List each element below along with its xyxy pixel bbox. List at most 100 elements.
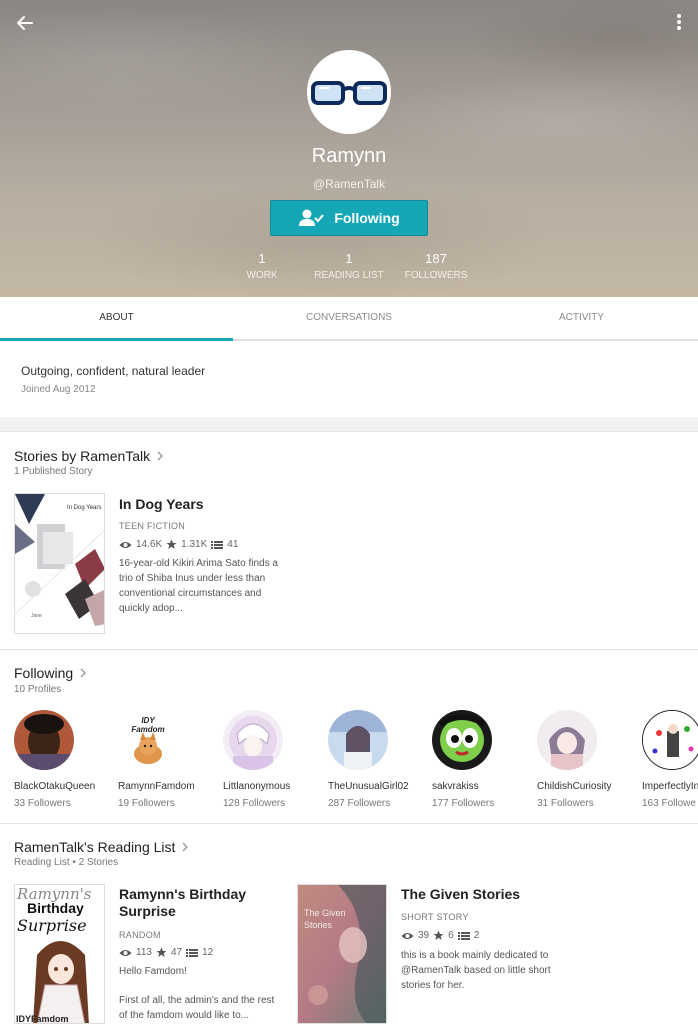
following-section-header[interactable]: Following xyxy=(14,665,87,681)
stories-section-subtitle: 1 Published Story xyxy=(14,466,93,477)
list-icon xyxy=(186,948,199,957)
story-title[interactable]: In Dog Years xyxy=(119,496,204,512)
cover-footer-text: IDYFamdom xyxy=(16,1014,69,1024)
following-profile[interactable]: IDY Famdom RamynnFamdom 19 Followers xyxy=(118,710,218,809)
avatar xyxy=(328,710,388,770)
section-separator xyxy=(0,417,698,432)
star-icon xyxy=(166,539,177,549)
in-dog-years-cover-art xyxy=(15,494,104,633)
avatar xyxy=(432,710,492,770)
story-category: RANDOM xyxy=(119,930,161,940)
profile-name: BlackOtakuQueen xyxy=(14,781,96,792)
eye-icon xyxy=(401,932,414,939)
cover-text: Birthday xyxy=(27,900,84,916)
stat-value: 1 xyxy=(258,251,266,266)
profile-name: TheUnusualGirl02 xyxy=(328,781,409,792)
list-icon xyxy=(211,540,224,549)
parts-count: 41 xyxy=(227,539,239,550)
story-title[interactable]: The Given Stories xyxy=(401,886,520,902)
avatar: IDY Famdom xyxy=(118,710,178,770)
story-description-line1: Hello Famdom! xyxy=(119,966,187,977)
votes-count: 1.31K xyxy=(181,539,208,550)
profile-followers: 128 Followers xyxy=(223,798,286,809)
story-cover[interactable]: The Given Stories xyxy=(297,884,387,1024)
user-check-icon xyxy=(299,209,325,226)
stat-value: 1 xyxy=(345,251,353,266)
reading-list-title: RamenTalk's Reading List xyxy=(14,839,176,855)
cover-text: Surprise xyxy=(17,916,87,935)
parts-count: 12 xyxy=(202,947,214,958)
divider xyxy=(0,649,698,650)
profile-followers: 287 Followers xyxy=(328,798,391,809)
story-title[interactable]: Ramynn's Birthday Surprise xyxy=(119,886,279,920)
star-icon xyxy=(433,930,444,940)
profile-followers: 33 Followers xyxy=(14,798,71,809)
profile-followers: 163 Followe xyxy=(642,798,696,809)
profile-handle: @RamenTalk xyxy=(312,177,386,191)
story-cover[interactable]: Ramynn's Birthday Surprise IDYFamdom xyxy=(14,884,105,1024)
profile-tabs: ABOUT CONVERSATIONS ACTIVITY xyxy=(0,297,698,341)
story-stats: 113 47 12 xyxy=(119,947,213,958)
stat-label: WORK xyxy=(246,270,278,281)
profile-name: ImperfectlyIn xyxy=(642,781,698,792)
more-vertical-icon[interactable] xyxy=(672,10,686,36)
votes-count: 6 xyxy=(448,930,454,941)
story-category: SHORT STORY xyxy=(401,912,469,922)
profile-name: Ramynn xyxy=(311,145,387,167)
tab-conversations[interactable]: CONVERSATIONS xyxy=(233,297,465,341)
story-description: this is a book mainly dedicated to @Rame… xyxy=(401,950,551,991)
profile-followers: 19 Followers xyxy=(118,798,175,809)
avatar xyxy=(223,710,283,770)
following-profile[interactable]: TheUnusualGirl02 287 Followers xyxy=(328,710,428,809)
stat-followers[interactable]: 187 FOLLOWERS xyxy=(396,251,476,281)
following-profile[interactable]: Littlanonymous 128 Followers xyxy=(223,710,323,809)
tab-activity[interactable]: ACTIVITY xyxy=(465,297,698,341)
profile-name: ChildishCuriosity xyxy=(537,781,612,792)
glasses-icon xyxy=(311,81,387,105)
votes-count: 47 xyxy=(170,947,183,958)
chevron-right-icon xyxy=(157,451,164,461)
following-profile[interactable]: BlackOtakuQueen 33 Followers xyxy=(14,710,114,809)
reads-count: 113 xyxy=(136,947,152,958)
list-icon xyxy=(457,931,470,940)
reads-count: 14.6K xyxy=(136,539,163,550)
joined-date: Joined Aug 2012 xyxy=(21,384,96,395)
stat-work[interactable]: 1 WORK xyxy=(222,251,302,281)
divider xyxy=(0,823,698,824)
about-section: Outgoing, confident, natural leader Join… xyxy=(0,343,698,417)
eye-icon xyxy=(119,949,132,956)
cover-title-text: In Dog Years xyxy=(67,505,102,511)
reading-list-header[interactable]: RamenTalk's Reading List xyxy=(14,839,189,855)
cover-text: The Given Stories xyxy=(304,908,346,930)
avatar xyxy=(537,710,597,770)
avatar xyxy=(642,710,698,770)
reading-list-subtitle: Reading List • 2 Stories xyxy=(14,857,119,868)
following-profile[interactable]: ImperfectlyIn 163 Followe xyxy=(642,710,698,809)
famdom-logo-text: IDY Famdom xyxy=(131,716,165,734)
profile-name: sakvrakiss xyxy=(432,781,479,792)
stories-section-header[interactable]: Stories by RamenTalk xyxy=(14,448,164,464)
profile-header: Ramynn @RamenTalk Following 1 WORK 1 REA… xyxy=(0,0,698,297)
following-profile[interactable]: sakvrakiss 177 Followers xyxy=(432,710,532,809)
profile-avatar[interactable] xyxy=(307,50,391,134)
given-stories-cover-art xyxy=(298,885,386,1023)
following-section-subtitle: 10 Profiles xyxy=(14,684,62,695)
stat-value: 187 xyxy=(425,251,447,266)
profile-followers: 31 Followers xyxy=(537,798,594,809)
eye-icon xyxy=(119,541,132,548)
following-button[interactable]: Following xyxy=(270,200,428,236)
avatar xyxy=(14,710,74,770)
story-description-line2: First of all, the admin's and the rest o… xyxy=(119,995,275,1021)
following-profile[interactable]: ChildishCuriosity 31 Followers xyxy=(537,710,637,809)
parts-count: 2 xyxy=(473,930,480,941)
profile-followers: 177 Followers xyxy=(432,798,495,809)
story-description: 16-year-old Kikiri Arima Sato finds a tr… xyxy=(119,558,278,614)
story-category: TEEN FICTION xyxy=(119,521,186,531)
stat-label: FOLLOWERS xyxy=(404,270,468,281)
tab-about[interactable]: ABOUT xyxy=(0,297,233,341)
profile-name: RamynnFamdom xyxy=(118,781,195,792)
story-cover[interactable]: In Dog Years Jane xyxy=(14,493,105,634)
chevron-right-icon xyxy=(182,842,189,852)
back-arrow-icon[interactable] xyxy=(12,10,38,36)
stat-reading-list[interactable]: 1 READING LIST xyxy=(304,251,394,281)
